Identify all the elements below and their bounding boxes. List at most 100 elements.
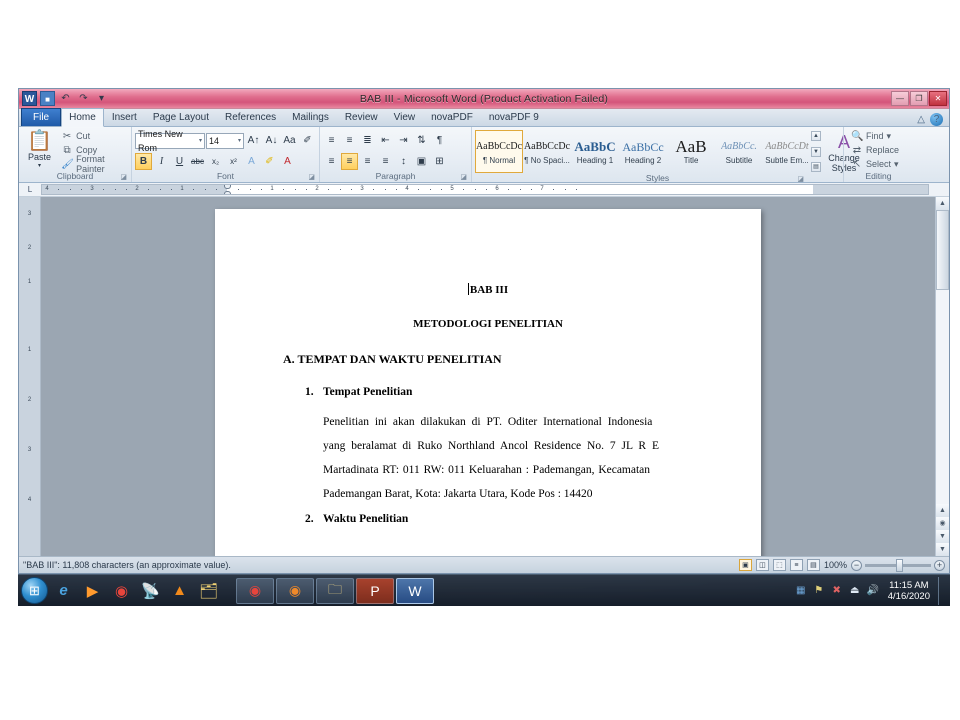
- show-desktop-button[interactable]: [938, 576, 945, 605]
- web-layout-view-button[interactable]: ⬚: [772, 559, 786, 571]
- zoom-out-button[interactable]: −: [851, 559, 862, 571]
- underline-button[interactable]: U: [171, 153, 188, 170]
- style-no-spacing[interactable]: AaBbCcDc ¶ No Spaci...: [523, 130, 571, 173]
- customize-quick-access-icon[interactable]: ▾: [94, 91, 109, 106]
- decrease-indent-icon[interactable]: ⇤: [377, 132, 394, 149]
- increase-indent-icon[interactable]: ⇥: [395, 132, 412, 149]
- folder-stack-icon[interactable]: 🗂: [195, 577, 222, 604]
- show-formatting-marks-icon[interactable]: ¶: [431, 132, 448, 149]
- cut-button[interactable]: ✂ Cut: [59, 129, 128, 143]
- zoom-slider[interactable]: − +: [851, 558, 945, 572]
- scrollbar-track[interactable]: [936, 210, 949, 504]
- left-indent-marker[interactable]: [224, 191, 231, 194]
- clear-formatting-icon[interactable]: ✐: [299, 132, 316, 149]
- zoom-slider-track[interactable]: [865, 558, 931, 572]
- draft-view-button[interactable]: ▤: [806, 559, 820, 571]
- tab-home[interactable]: Home: [61, 108, 104, 127]
- word-app-icon[interactable]: W: [22, 91, 37, 106]
- style-title[interactable]: AaB Title: [667, 130, 715, 173]
- close-button[interactable]: ✕: [929, 91, 947, 106]
- tab-insert[interactable]: Insert: [104, 108, 145, 126]
- clipboard-dialog-launcher-icon[interactable]: ◪: [120, 172, 127, 183]
- help-icon[interactable]: ?: [930, 113, 943, 126]
- replace-button[interactable]: ⇄ Replace: [849, 143, 901, 157]
- start-button[interactable]: ⊞: [21, 577, 48, 604]
- tab-file[interactable]: File: [21, 108, 62, 126]
- font-size-combobox[interactable]: 14 ▾: [206, 132, 244, 149]
- bullets-icon[interactable]: ≡: [323, 132, 340, 149]
- text-effects-icon[interactable]: A: [243, 153, 260, 170]
- paragraph-dialog-launcher-icon[interactable]: ◪: [460, 172, 467, 183]
- internet-explorer-icon[interactable]: e: [50, 577, 77, 604]
- styles-scroll-down-icon[interactable]: ▼: [811, 146, 821, 157]
- find-button[interactable]: 🔍 Find ▾: [849, 129, 901, 143]
- subscript-button[interactable]: x₂: [207, 153, 224, 170]
- taskbar-file-explorer[interactable]: 🗀: [316, 577, 354, 604]
- horizontal-ruler[interactable]: 4 3 2 1 1 2 3 4 5 6 7: [41, 184, 929, 195]
- align-right-button[interactable]: ≡: [359, 153, 376, 170]
- borders-icon[interactable]: ⊞: [431, 153, 448, 170]
- tab-view[interactable]: View: [386, 108, 424, 126]
- clock[interactable]: 11:15 AM 4/16/2020: [884, 580, 934, 602]
- minimize-button[interactable]: —: [891, 91, 909, 106]
- scroll-down-icon[interactable]: ▼: [936, 543, 949, 556]
- style-heading-1[interactable]: AaBbC Heading 1: [571, 130, 619, 173]
- minimize-ribbon-icon[interactable]: △: [917, 114, 925, 125]
- tab-novapdf-9[interactable]: novaPDF 9: [481, 108, 547, 126]
- tab-references[interactable]: References: [217, 108, 284, 126]
- line-spacing-icon[interactable]: ↕: [395, 153, 412, 170]
- justify-button[interactable]: ≡: [377, 153, 394, 170]
- scroll-up-icon[interactable]: ▲: [936, 197, 949, 210]
- font-color-icon[interactable]: A: [279, 153, 296, 170]
- taskbar-chrome[interactable]: ◉: [236, 577, 274, 604]
- tab-review[interactable]: Review: [337, 108, 386, 126]
- taskbar-firefox[interactable]: ◉: [276, 577, 314, 604]
- font-name-combobox[interactable]: Times New Rom ▾: [135, 129, 205, 153]
- change-case-icon[interactable]: Aa: [281, 132, 298, 149]
- style-normal[interactable]: AaBbCcDc ¶ Normal: [475, 130, 523, 173]
- satellite-dish-icon[interactable]: 📡: [137, 577, 164, 604]
- select-browse-object-icon[interactable]: ◉: [936, 517, 949, 530]
- redo-icon[interactable]: ↷: [76, 91, 91, 106]
- zoom-slider-thumb[interactable]: [896, 558, 903, 572]
- print-layout-view-button[interactable]: ▣: [738, 559, 752, 571]
- outline-view-button[interactable]: ≡: [789, 559, 803, 571]
- numbering-icon[interactable]: ≡: [341, 132, 358, 149]
- styles-scroll-up-icon[interactable]: ▲: [811, 131, 821, 141]
- save-icon[interactable]: ■: [40, 91, 55, 106]
- style-subtle-emphasis[interactable]: AaBbCcDt Subtle Em...: [763, 130, 811, 173]
- zoom-level[interactable]: 100%: [824, 560, 847, 570]
- font-dialog-launcher-icon[interactable]: ◪: [308, 172, 315, 183]
- full-screen-reading-view-button[interactable]: ◫: [755, 559, 769, 571]
- vertical-scrollbar[interactable]: ▲ ▲ ◉ ▼ ▼: [935, 197, 949, 556]
- document-page[interactable]: BAB III METODOLOGI PENELITIAN A. TEMPAT …: [215, 209, 761, 556]
- windows-media-player-icon[interactable]: ▶: [79, 577, 106, 604]
- tab-page-layout[interactable]: Page Layout: [145, 108, 217, 126]
- multilevel-list-icon[interactable]: ≣: [359, 132, 376, 149]
- vertical-ruler[interactable]: 3 2 1 1 2 3 4: [19, 197, 41, 556]
- usb-eject-icon[interactable]: ⏏: [848, 584, 862, 598]
- superscript-button[interactable]: x²: [225, 153, 242, 170]
- align-center-button[interactable]: ≡: [341, 153, 358, 170]
- strikethrough-button[interactable]: abc: [189, 153, 206, 170]
- styles-more-icon[interactable]: ▤: [811, 162, 821, 172]
- italic-button[interactable]: I: [153, 153, 170, 170]
- sort-icon[interactable]: ⇅: [413, 132, 430, 149]
- network-icon[interactable]: ▦: [794, 584, 808, 598]
- undo-icon[interactable]: ↶: [58, 91, 73, 106]
- scrollbar-thumb[interactable]: [936, 210, 949, 290]
- taskbar-word[interactable]: W: [396, 577, 434, 604]
- format-painter-button[interactable]: 🖌 Format Painter: [59, 154, 128, 174]
- vlc-player-icon[interactable]: ▲: [166, 577, 193, 604]
- volume-icon[interactable]: 🔊: [866, 584, 880, 598]
- grow-font-icon[interactable]: A↑: [245, 132, 262, 149]
- styles-gallery-scroll[interactable]: ▲ ▼ ▤: [811, 130, 822, 173]
- first-line-indent-marker[interactable]: [224, 185, 231, 189]
- restore-button[interactable]: ❐: [910, 91, 928, 106]
- action-center-icon[interactable]: ⚑: [812, 584, 826, 598]
- tab-stop-selector[interactable]: L: [19, 183, 41, 197]
- paste-button[interactable]: 📋 Paste ▾: [22, 129, 57, 169]
- taskbar-powerpoint[interactable]: P: [356, 577, 394, 604]
- document-scroll-area[interactable]: BAB III METODOLOGI PENELITIAN A. TEMPAT …: [41, 197, 935, 556]
- align-left-button[interactable]: ≡: [323, 153, 340, 170]
